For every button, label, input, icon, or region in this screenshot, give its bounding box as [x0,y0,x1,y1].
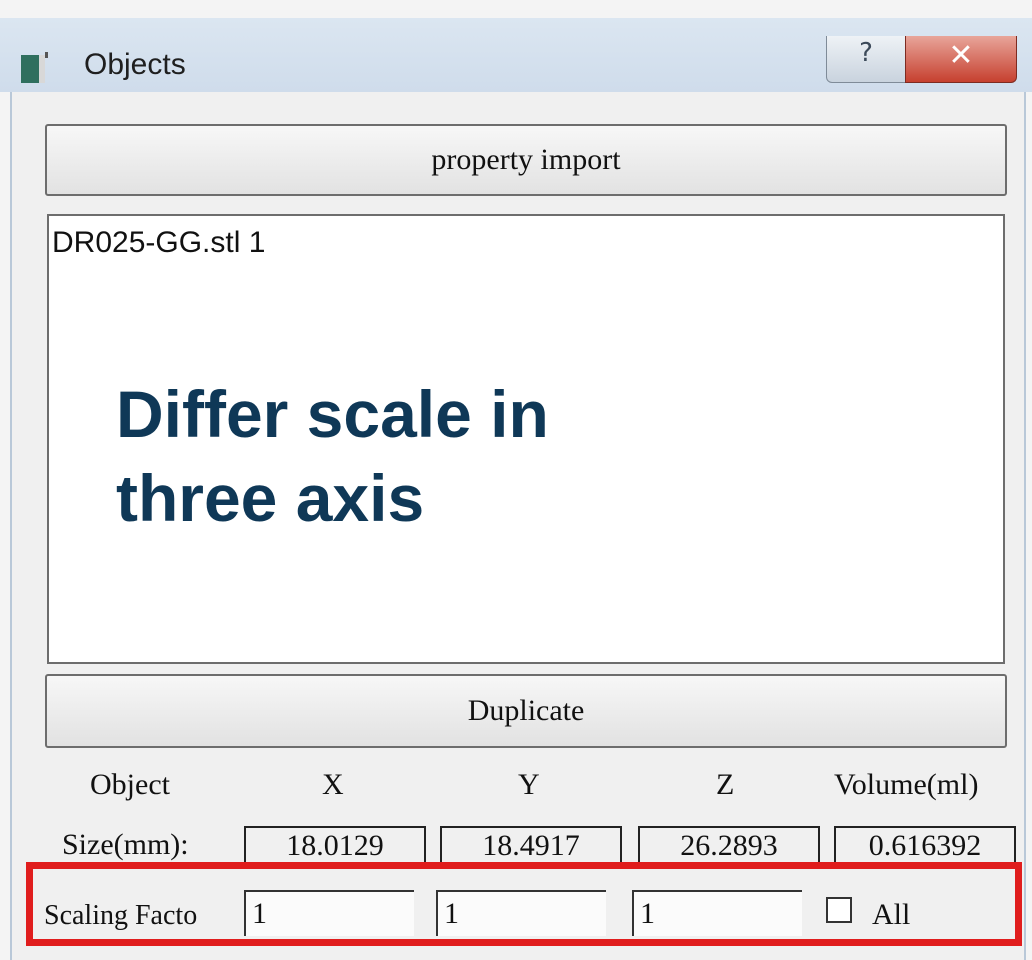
caption-line-1: Differ scale in [116,377,549,451]
all-checkbox-label: All [872,898,911,931]
caption-line-2: three axis [116,461,425,535]
header-z: Z [716,768,735,801]
property-import-button[interactable]: property import [45,124,1007,196]
scale-y-input[interactable] [436,890,606,936]
all-checkbox[interactable] [826,897,852,923]
objects-window: Objects ? ✕ property import DR025-GG.stl… [0,0,1032,960]
size-x-value: 18.0129 [244,826,426,866]
help-button[interactable]: ? [826,36,906,83]
window-title: Objects [84,48,186,81]
close-button[interactable]: ✕ [905,36,1017,83]
duplicate-button[interactable]: Duplicate [45,674,1007,748]
scale-z-input[interactable] [632,890,802,936]
size-y-value: 18.4917 [440,826,622,866]
header-x: X [322,768,344,801]
header-object: Object [90,768,170,801]
scale-x-input[interactable] [244,890,414,936]
header-volume: Volume(ml) [834,768,979,801]
caption-overlay: Differ scale in three axis [116,372,736,540]
close-icon: ✕ [948,38,974,73]
header-y: Y [518,768,540,801]
volume-value: 0.616392 [834,826,1016,866]
list-item[interactable]: DR025-GG.stl 1 [52,226,265,260]
help-icon: ? [859,38,873,68]
app-icon [21,52,48,83]
size-z-value: 26.2893 [638,826,820,866]
scaling-factor-label: Scaling Facto [44,900,198,931]
size-label: Size(mm): [62,828,189,861]
title-bar: Objects ? ✕ [0,18,1032,92]
